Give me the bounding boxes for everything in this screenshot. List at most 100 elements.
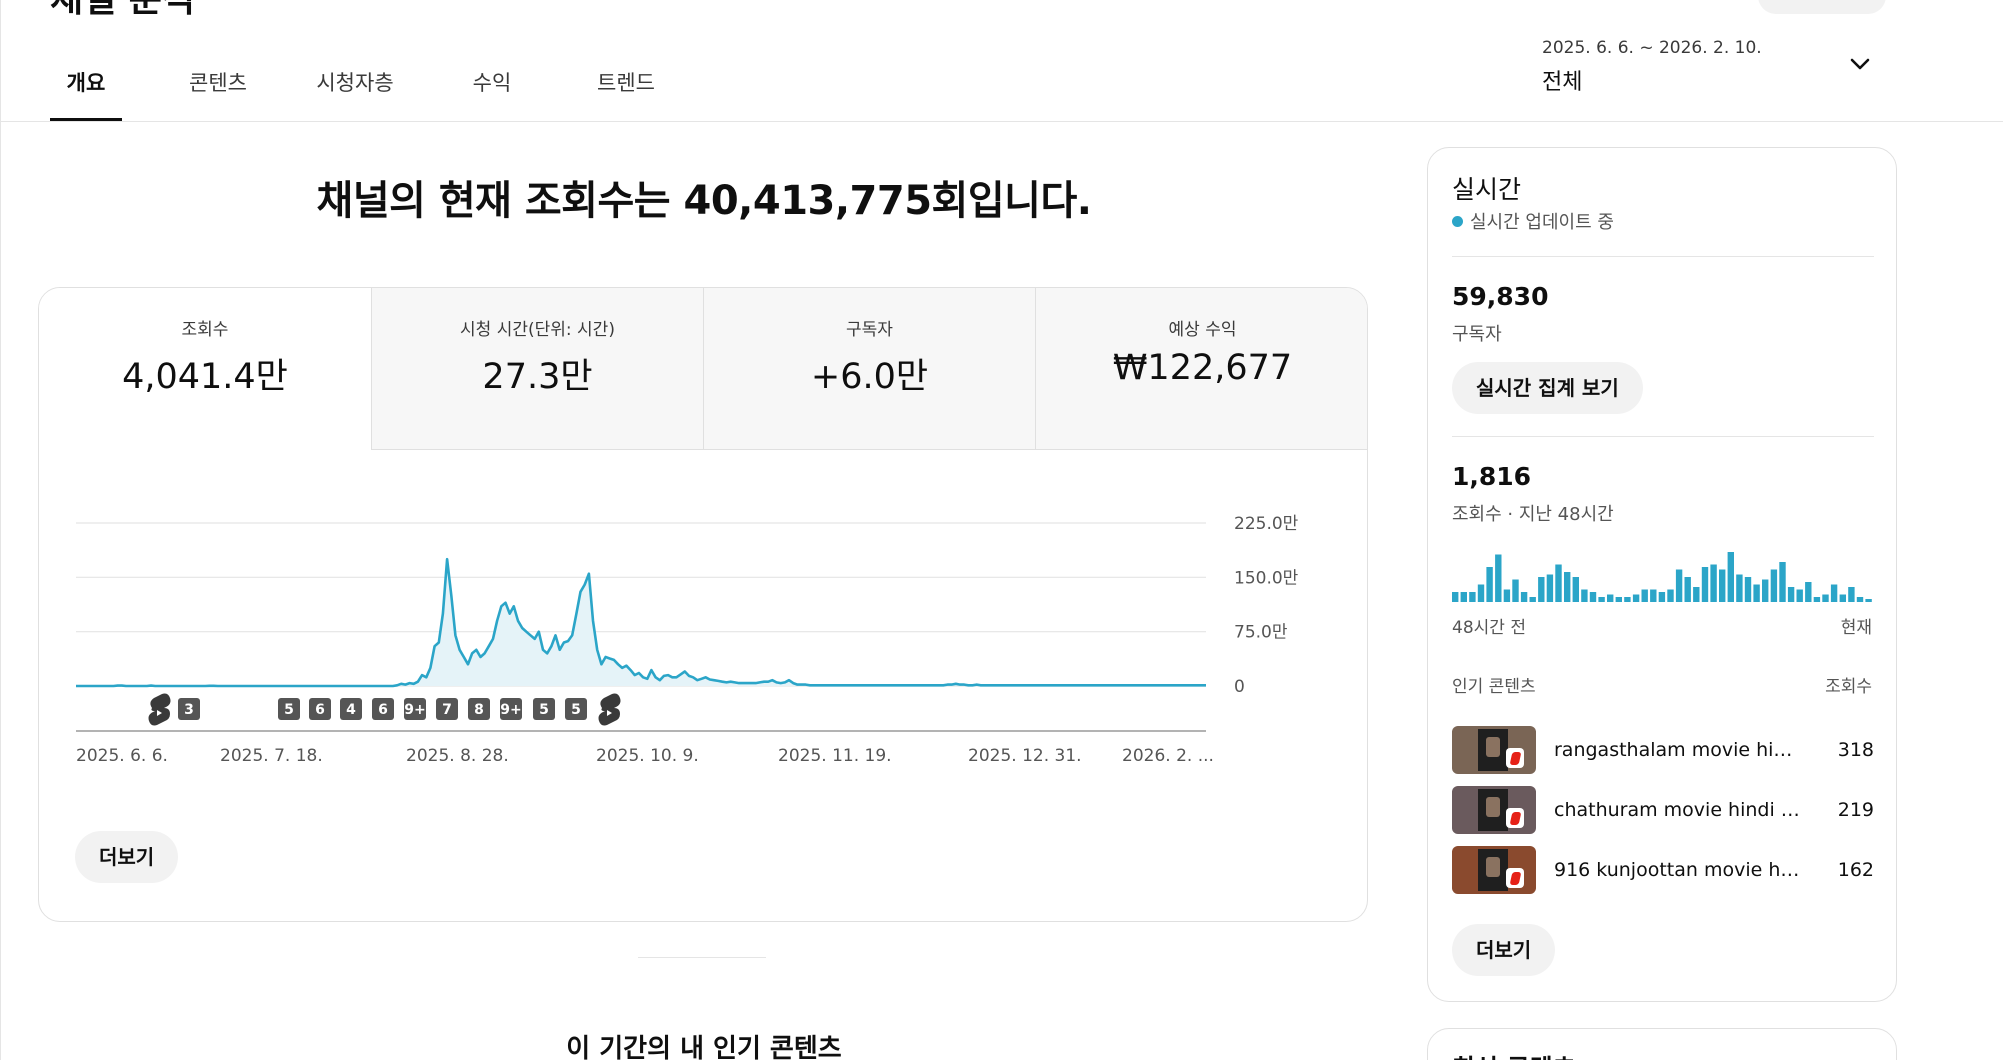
upload-marker-label: 5: [539, 702, 549, 718]
upload-marker-label: 9+: [500, 702, 521, 718]
realtime-bar[interactable]: [1762, 579, 1769, 603]
x-tick-label: 2025. 7. 18.: [220, 746, 323, 766]
realtime-bar[interactable]: [1503, 589, 1511, 603]
realtime-bar[interactable]: [1770, 569, 1778, 603]
metric-watch-time[interactable]: 시청 시간(단위: 시간) 27.3만: [371, 288, 703, 450]
realtime-bar[interactable]: [1753, 584, 1760, 603]
realtime-bar[interactable]: [1520, 592, 1528, 602]
realtime-bar[interactable]: [1641, 589, 1648, 603]
realtime-bar[interactable]: [1658, 592, 1666, 602]
realtime-bar[interactable]: [1607, 594, 1614, 603]
realtime-bar[interactable]: [1675, 569, 1683, 603]
realtime-bar[interactable]: [1805, 582, 1812, 602]
realtime-bar[interactable]: [1719, 569, 1726, 603]
tab-content[interactable]: 콘텐츠: [178, 60, 258, 121]
realtime-bar[interactable]: [1572, 577, 1579, 602]
top-action-button[interactable]: [1758, 0, 1886, 14]
realtime-bar[interactable]: [1624, 597, 1631, 602]
realtime-bar[interactable]: [1452, 592, 1459, 602]
chevron-down-icon[interactable]: [1848, 52, 1872, 76]
date-range-value: 전체: [1542, 70, 1583, 95]
realtime-bar-chart[interactable]: [1452, 548, 1874, 602]
metric-views[interactable]: 조회수 4,041.4만: [39, 288, 371, 450]
realtime-bar[interactable]: [1856, 597, 1864, 602]
realtime-bar[interactable]: [1615, 597, 1622, 602]
realtime-bar[interactable]: [1667, 589, 1674, 603]
upload-marker-label: 9+: [404, 702, 425, 718]
list-item[interactable]: chathuram movie hindi dubbed 219: [1452, 786, 1874, 834]
video-title: 916 kunjoottan movie hindi dubbed: [1554, 859, 1804, 881]
realtime-bar[interactable]: [1460, 592, 1467, 602]
upload-marker-label: 3: [184, 702, 194, 718]
realtime-bar[interactable]: [1727, 552, 1734, 602]
realtime-bar[interactable]: [1564, 572, 1571, 602]
tab-overview[interactable]: 개요: [50, 60, 122, 121]
realtime-bar[interactable]: [1839, 594, 1846, 603]
realtime-bar[interactable]: [1848, 587, 1855, 602]
realtime-bar[interactable]: [1736, 574, 1743, 603]
metric-revenue[interactable]: 예상 수익 ₩122,677: [1035, 288, 1367, 450]
video-view-count: 162: [1837, 859, 1874, 881]
views-line: [76, 557, 1206, 688]
metric-label: 예상 수익: [1168, 320, 1237, 340]
metric-value: ₩122,677: [1112, 348, 1293, 388]
realtime-bar[interactable]: [1632, 594, 1640, 603]
realtime-bar[interactable]: [1581, 589, 1588, 603]
metric-subscribers[interactable]: 구독자 +6.0만: [703, 288, 1035, 450]
realtime-bar[interactable]: [1486, 567, 1493, 602]
realtime-bar[interactable]: [1598, 597, 1605, 602]
upload-marker-label: 8: [474, 702, 484, 718]
realtime-bar[interactable]: [1744, 577, 1752, 602]
overview-card: 조회수 4,041.4만 시청 시간(단위: 시간) 27.3만 구독자 +6.…: [38, 287, 1368, 922]
shorts-icon: [1506, 808, 1524, 828]
tab-revenue[interactable]: 수익: [464, 60, 520, 121]
metric-tabs: 조회수 4,041.4만 시청 시간(단위: 시간) 27.3만 구독자 +6.…: [39, 288, 1367, 450]
more-button[interactable]: 더보기: [75, 831, 179, 883]
realtime-bar[interactable]: [1477, 584, 1485, 603]
realtime-more-button[interactable]: 더보기: [1452, 924, 1556, 976]
realtime-views-label: 조회수 · 지난 48시간: [1452, 504, 1614, 525]
realtime-bar[interactable]: [1710, 564, 1717, 603]
realtime-bar[interactable]: [1546, 574, 1554, 603]
shorts-marker-icon[interactable]: [598, 693, 621, 726]
date-range-text: 2025. 6. 6. ~ 2026. 2. 10.: [1542, 38, 1762, 58]
realtime-bar[interactable]: [1512, 579, 1519, 603]
realtime-bar[interactable]: [1693, 587, 1700, 602]
realtime-bar[interactable]: [1813, 597, 1821, 602]
section-divider: [638, 957, 766, 958]
realtime-bar[interactable]: [1589, 592, 1597, 602]
realtime-bar[interactable]: [1830, 584, 1838, 603]
date-range-selector[interactable]: 2025. 6. 6. ~ 2026. 2. 10. 전체: [1542, 38, 1762, 96]
shorts-marker-icon[interactable]: [148, 693, 171, 726]
realtime-bar[interactable]: [1650, 589, 1657, 603]
upload-marker-label: 6: [378, 702, 388, 718]
realtime-bar[interactable]: [1469, 592, 1476, 602]
poster-image: [1478, 789, 1508, 831]
realtime-bar[interactable]: [1796, 589, 1803, 603]
x-tick-label: 2025. 12. 31.: [968, 746, 1082, 766]
realtime-bar[interactable]: [1787, 587, 1795, 602]
realtime-count-button[interactable]: 실시간 집계 보기: [1452, 362, 1643, 414]
realtime-bar[interactable]: [1684, 577, 1691, 602]
axis-start-label: 48시간 전: [1452, 618, 1526, 638]
metric-value: +6.0만: [810, 357, 929, 397]
realtime-bar[interactable]: [1555, 564, 1562, 603]
realtime-bar[interactable]: [1529, 597, 1536, 602]
list-item[interactable]: rangasthalam movie hindi dubbed 318: [1452, 726, 1874, 774]
realtime-bar[interactable]: [1495, 554, 1502, 603]
video-thumbnail: [1452, 726, 1536, 774]
tab-trends[interactable]: 트렌드: [584, 60, 668, 121]
realtime-bar[interactable]: [1865, 599, 1872, 602]
x-tick-label: 2025. 10. 9.: [596, 746, 699, 766]
realtime-bar[interactable]: [1701, 567, 1709, 602]
tab-audience[interactable]: 시청자층: [306, 60, 404, 121]
realtime-bar[interactable]: [1779, 562, 1786, 602]
realtime-bar[interactable]: [1822, 594, 1829, 603]
views-chart[interactable]: 225.0만 150.0만 75.0만 0 3 5 6 4 6 9+ 7 8 9+ 5 5 2025. 6. …: [39, 450, 1368, 780]
video-title: chathuram movie hindi dubbed: [1554, 799, 1804, 821]
live-status: 실시간 업데이트 중: [1452, 208, 1614, 234]
views-area: [76, 559, 1206, 686]
subscriber-count: 59,830: [1452, 282, 1549, 311]
list-item[interactable]: 916 kunjoottan movie hindi dubbed 162: [1452, 846, 1874, 894]
realtime-bar[interactable]: [1538, 577, 1545, 602]
